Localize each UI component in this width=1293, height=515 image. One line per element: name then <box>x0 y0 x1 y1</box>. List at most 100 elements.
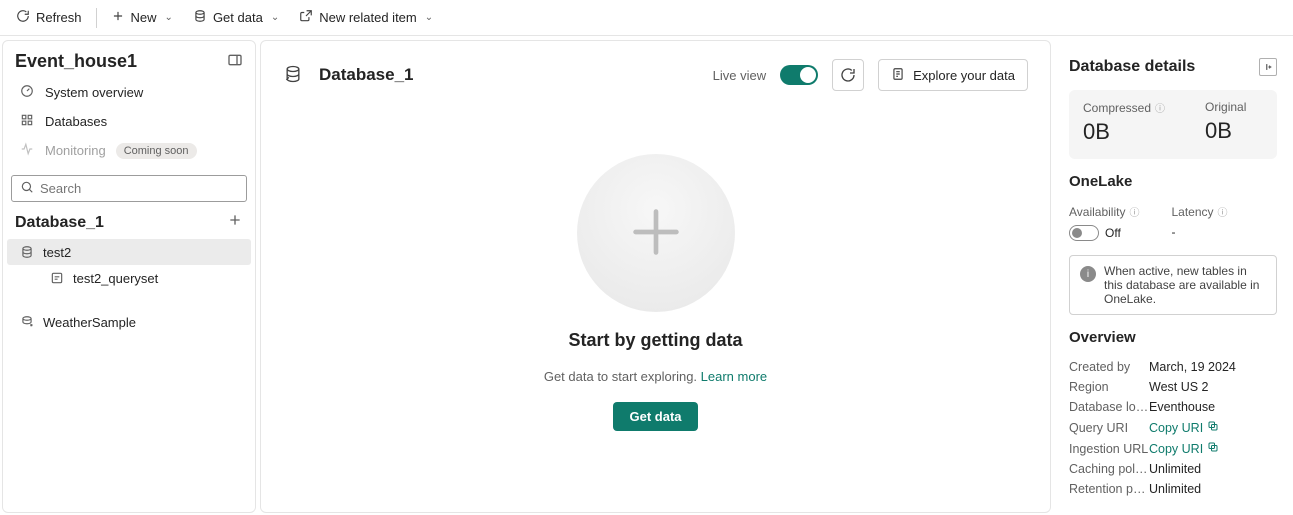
info-text: When active, new tables in this database… <box>1104 264 1266 306</box>
kv-caching-policy: Caching policy Unlimited <box>1069 462 1277 476</box>
copy-ingestion-url-link[interactable]: Copy URI <box>1149 441 1219 456</box>
refresh-main-button[interactable] <box>832 59 864 91</box>
app-body: Event_house1 System overview Databases <box>0 36 1293 515</box>
gauge-icon <box>19 84 35 101</box>
new-related-label: New related item <box>319 10 417 25</box>
kv-value: Unlimited <box>1149 462 1201 476</box>
kv-region: Region West US 2 <box>1069 380 1277 394</box>
onelake-section-title: OneLake <box>1069 173 1277 190</box>
open-external-icon <box>299 9 313 26</box>
kv-retention-policy: Retention policy Unlimited <box>1069 482 1277 496</box>
database-icon <box>19 244 35 260</box>
info-icon[interactable]: ⓘ <box>1129 204 1139 219</box>
nav-system-overview[interactable]: System overview <box>7 78 251 107</box>
availability-value: Off <box>1069 225 1139 241</box>
live-view-label: Live view <box>713 68 766 83</box>
coming-soon-badge: Coming soon <box>116 143 197 159</box>
refresh-label: Refresh <box>36 10 82 25</box>
tree-item-label: test2 <box>43 245 71 260</box>
add-button[interactable] <box>227 212 243 233</box>
main-header: Database_1 Live view Explore your data <box>283 59 1028 91</box>
chevron-down-icon: ⌄ <box>425 12 433 23</box>
kv-key: Region <box>1069 380 1149 394</box>
grid-icon <box>19 113 35 130</box>
nav-monitoring: Monitoring Coming soon <box>7 136 251 165</box>
tree-item-queryset[interactable]: test2_queryset <box>7 265 251 291</box>
original-size-value: 0B <box>1205 118 1246 144</box>
database-name-title[interactable]: Database_1 <box>313 63 420 87</box>
new-label: New <box>131 10 157 25</box>
tree-item-weathersample[interactable]: WeatherSample <box>7 309 251 335</box>
kv-key: Database locati… <box>1069 400 1149 414</box>
search-icon <box>20 180 34 197</box>
nav-databases-label: Databases <box>45 114 107 129</box>
kv-value: Eventhouse <box>1149 400 1215 414</box>
database-icon <box>283 64 303 87</box>
get-data-cta-button[interactable]: Get data <box>613 402 697 431</box>
database-header: Database_1 <box>3 210 255 237</box>
availability-label: Availability ⓘ <box>1069 204 1139 219</box>
learn-more-link[interactable]: Learn more <box>701 369 767 384</box>
live-view-toggle[interactable] <box>780 65 818 85</box>
search-input[interactable] <box>40 181 238 196</box>
tree-item-label: test2_queryset <box>73 271 158 286</box>
get-data-label: Get data <box>213 10 263 25</box>
refresh-button[interactable]: Refresh <box>8 5 90 30</box>
explore-data-button[interactable]: Explore your data <box>878 59 1028 91</box>
nav-system-overview-label: System overview <box>45 85 143 100</box>
kv-key: Caching policy <box>1069 462 1149 476</box>
empty-state-sub-text: Get data to start exploring. <box>544 369 701 384</box>
plus-icon <box>111 9 125 26</box>
onelake-row: Availability ⓘ Off Latency ⓘ - <box>1069 204 1277 241</box>
kv-key: Created by <box>1069 360 1149 374</box>
eventhouse-title: Event_house1 <box>15 51 137 72</box>
copy-query-uri-link[interactable]: Copy URI <box>1149 420 1219 435</box>
kv-value: March, 19 2024 <box>1149 360 1236 374</box>
copy-icon <box>1207 420 1219 435</box>
database-title: Database_1 <box>15 214 104 232</box>
collapse-panel-button[interactable] <box>1259 58 1277 76</box>
side-panel-header: Event_house1 <box>3 49 255 78</box>
plus-icon <box>621 197 691 270</box>
details-title: Database details <box>1069 58 1195 76</box>
kv-database-location: Database locati… Eventhouse <box>1069 400 1277 414</box>
tree-item-test2[interactable]: test2 <box>7 239 251 265</box>
monitor-icon <box>19 142 35 159</box>
empty-state: Start by getting data Get data to start … <box>283 91 1028 494</box>
side-nav: System overview Databases Monitoring Com… <box>3 78 255 165</box>
kv-value: Unlimited <box>1149 482 1201 496</box>
kv-created-by: Created by March, 19 2024 <box>1069 360 1277 374</box>
search-box[interactable] <box>11 175 247 202</box>
empty-state-subtitle: Get data to start exploring. Learn more <box>544 369 767 384</box>
explore-icon <box>891 67 905 84</box>
kv-ingestion-url: Ingestion URL Copy URI <box>1069 441 1277 456</box>
onelake-info-box: i When active, new tables in this databa… <box>1069 255 1277 315</box>
main-panel: Database_1 Live view Explore your data <box>260 40 1051 513</box>
overview-list: Created by March, 19 2024 Region West US… <box>1069 360 1277 496</box>
get-data-icon <box>193 9 207 26</box>
queryset-icon <box>49 270 65 286</box>
database-link-icon <box>19 314 35 330</box>
info-icon: i <box>1080 266 1096 282</box>
top-toolbar: Refresh New ⌄ Get data ⌄ New related ite… <box>0 0 1293 36</box>
info-icon[interactable]: ⓘ <box>1155 100 1165 115</box>
refresh-icon <box>16 9 30 26</box>
kv-key: Retention policy <box>1069 482 1149 496</box>
details-panel: Database details Compressed ⓘ 0B Origina… <box>1055 40 1291 513</box>
chevron-down-icon: ⌄ <box>271 12 279 23</box>
latency-value: - <box>1171 225 1227 239</box>
toolbar-divider <box>96 8 97 28</box>
new-button[interactable]: New ⌄ <box>103 5 181 30</box>
get-data-button[interactable]: Get data ⌄ <box>185 5 287 30</box>
expand-panel-icon[interactable] <box>227 52 243 71</box>
new-related-item-button[interactable]: New related item ⌄ <box>291 5 441 30</box>
overview-section-title: Overview <box>1069 329 1277 346</box>
info-icon[interactable]: ⓘ <box>1218 204 1228 219</box>
nav-databases[interactable]: Databases <box>7 107 251 136</box>
chevron-down-icon: ⌄ <box>165 12 173 23</box>
explore-label: Explore your data <box>913 68 1015 83</box>
side-panel: Event_house1 System overview Databases <box>2 40 256 513</box>
kv-key: Ingestion URL <box>1069 442 1149 456</box>
latency-label: Latency ⓘ <box>1171 204 1227 219</box>
onelake-toggle[interactable] <box>1069 225 1099 241</box>
